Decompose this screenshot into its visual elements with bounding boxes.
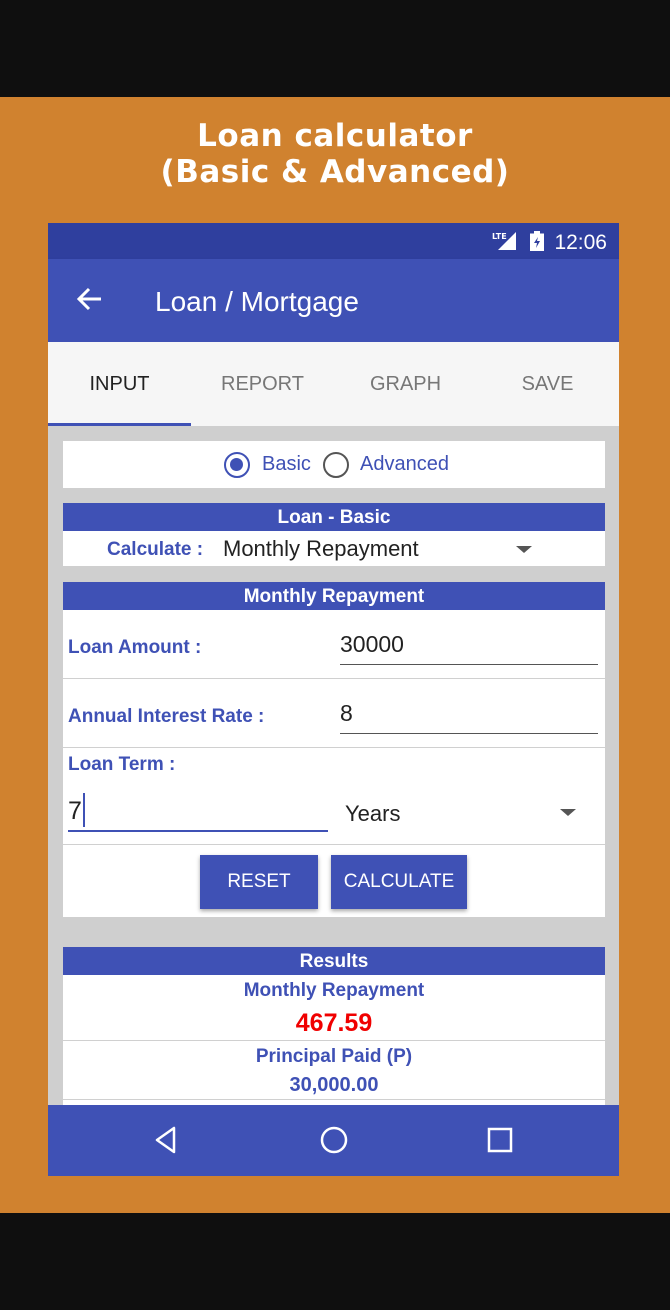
system-nav-bar <box>48 1105 619 1176</box>
calculate-select[interactable]: Monthly Repayment <box>223 536 419 562</box>
top-letterbox <box>0 0 670 97</box>
interest-rate-underline <box>340 733 598 734</box>
interest-rate-input[interactable]: 8 <box>340 700 353 727</box>
promo-title-line1: Loan calculator <box>197 118 473 154</box>
battery-icon <box>530 231 544 251</box>
status-time: 12:06 <box>554 231 607 254</box>
monthly-repayment-header: Monthly Repayment <box>63 582 605 610</box>
arrow-back-icon[interactable] <box>76 285 104 313</box>
advanced-radio[interactable] <box>323 452 349 478</box>
divider <box>63 678 605 679</box>
lte-signal-icon: LTE <box>492 232 516 250</box>
divider <box>63 1040 605 1041</box>
reset-button[interactable]: RESET <box>200 855 318 909</box>
loan-amount-label: Loan Amount : <box>68 637 202 658</box>
monthly-repayment-result-value: 467.59 <box>295 1009 373 1037</box>
tab-bar: INPUT REPORT GRAPH SAVE <box>48 342 619 426</box>
principal-paid-value: 30,000.00 <box>289 1074 379 1096</box>
loan-term-underline <box>68 830 328 832</box>
principal-paid-label: Principal Paid (P) <box>255 1046 413 1067</box>
loan-amount-underline <box>340 664 598 665</box>
nav-home-icon[interactable] <box>319 1125 349 1155</box>
svg-text:LTE: LTE <box>492 232 507 241</box>
bottom-letterbox <box>0 1213 670 1310</box>
tab-input[interactable]: INPUT <box>48 342 191 426</box>
monthly-repayment-result-label: Monthly Repayment <box>243 980 425 1001</box>
divider <box>63 844 605 845</box>
nav-recents-icon[interactable] <box>485 1125 515 1155</box>
basic-radio-label[interactable]: Basic <box>262 453 311 476</box>
mode-selector: Basic Advanced <box>63 441 605 488</box>
loan-amount-input[interactable]: 30000 <box>340 631 404 658</box>
loan-term-label: Loan Term : <box>68 754 176 775</box>
calculate-dropdown-icon[interactable] <box>516 546 532 553</box>
phone-screen: LTE 12:06 Loan / Mortgage INPUT REPORT G… <box>48 223 619 1176</box>
loan-term-input[interactable]: 7 <box>68 797 82 826</box>
results-header: Results <box>63 947 605 975</box>
app-bar: Loan / Mortgage <box>48 259 619 342</box>
tab-graph[interactable]: GRAPH <box>334 342 477 426</box>
tab-save[interactable]: SAVE <box>476 342 619 426</box>
calculate-row: Calculate : Monthly Repayment <box>63 531 605 566</box>
loan-basic-header: Loan - Basic <box>63 503 605 531</box>
calculate-label: Calculate : <box>107 539 204 560</box>
calculate-button[interactable]: CALCULATE <box>331 855 467 909</box>
promo-title: Loan calculator (Basic & Advanced) <box>0 118 670 190</box>
active-tab-indicator <box>48 423 191 426</box>
text-cursor <box>83 793 85 827</box>
term-unit-dropdown-icon[interactable] <box>560 809 576 816</box>
term-unit-select[interactable]: Years <box>345 801 400 827</box>
divider <box>63 1099 605 1100</box>
status-bar: LTE 12:06 <box>48 223 619 259</box>
divider <box>63 747 605 748</box>
advanced-radio-label[interactable]: Advanced <box>360 453 449 476</box>
app-bar-title: Loan / Mortgage <box>155 286 359 317</box>
basic-radio[interactable] <box>224 452 250 478</box>
tab-report[interactable]: REPORT <box>191 342 334 426</box>
interest-rate-label: Annual Interest Rate : <box>68 706 265 727</box>
promo-title-line2: (Basic & Advanced) <box>160 154 510 190</box>
nav-back-icon[interactable] <box>152 1125 182 1155</box>
